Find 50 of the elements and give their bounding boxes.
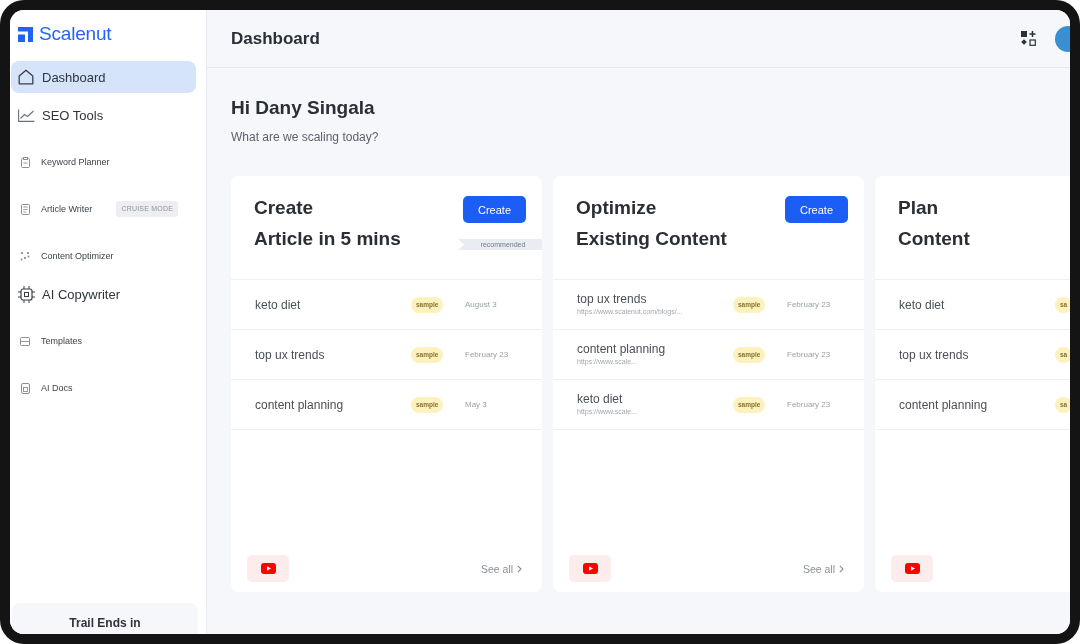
panel-icon [20, 336, 30, 346]
logo-icon [18, 26, 33, 42]
greeting-title: Hi Dany Singala [231, 96, 376, 120]
nav-item[interactable]: Dashboard [11, 61, 196, 93]
play-icon [260, 563, 276, 574]
add-widget-icon[interactable] [1021, 31, 1036, 46]
document-icon [20, 203, 30, 215]
page-title: Dashboard [231, 28, 320, 49]
row-title[interactable]: keto diet [577, 392, 623, 406]
row-date: February 23 [787, 400, 832, 409]
nav-item[interactable]: Templates [10, 325, 195, 357]
clipboard-icon [20, 156, 30, 168]
card-title: Plan Content [898, 196, 971, 251]
video-button[interactable] [569, 555, 611, 582]
greeting-subtitle: What are we scaling today? [231, 129, 380, 145]
row-title[interactable]: keto diet [255, 297, 301, 312]
row-title[interactable]: top ux trends [255, 347, 325, 362]
row-date: August 3 [465, 300, 498, 309]
row-date: February 23 [787, 300, 832, 309]
row-title[interactable]: content planning [577, 342, 666, 356]
line-chart-icon [17, 108, 35, 122]
row-date: May 3 [465, 400, 488, 409]
row-title[interactable]: top ux trends [899, 347, 969, 362]
row-title[interactable]: content planning [255, 397, 344, 412]
chip-icon [17, 285, 35, 303]
home-icon [18, 69, 34, 85]
row-date: February 23 [787, 350, 832, 359]
card-title: Create Article in 5 mins [254, 196, 402, 251]
dots-icon [20, 251, 30, 261]
nav-item[interactable]: AI Docs [10, 372, 195, 404]
chevron-right-icon [839, 564, 844, 573]
file-icon [20, 382, 30, 394]
row-title[interactable]: keto diet [899, 297, 945, 312]
nav-item[interactable]: SEO Tools [11, 99, 196, 131]
trial-banner: Trail Ends in [12, 603, 198, 634]
create-button[interactable]: Create [785, 196, 848, 223]
play-icon [582, 563, 598, 574]
video-button[interactable] [247, 555, 289, 582]
nav-item[interactable]: Content Optimizer [10, 240, 195, 272]
row-title[interactable]: content planning [899, 397, 988, 412]
video-button[interactable] [891, 555, 933, 582]
create-button[interactable]: Create [463, 196, 526, 223]
row-date: February 23 [465, 350, 510, 359]
chevron-right-icon [517, 564, 522, 573]
logo-text: Scalenut [39, 24, 112, 44]
nav-item[interactable]: Keyword Planner [10, 146, 195, 178]
play-icon [904, 563, 920, 574]
nav-item[interactable]: AI Copywriter [11, 278, 196, 310]
card-title: Optimize Existing Content [576, 196, 728, 251]
row-title[interactable]: top ux trends [577, 292, 647, 306]
